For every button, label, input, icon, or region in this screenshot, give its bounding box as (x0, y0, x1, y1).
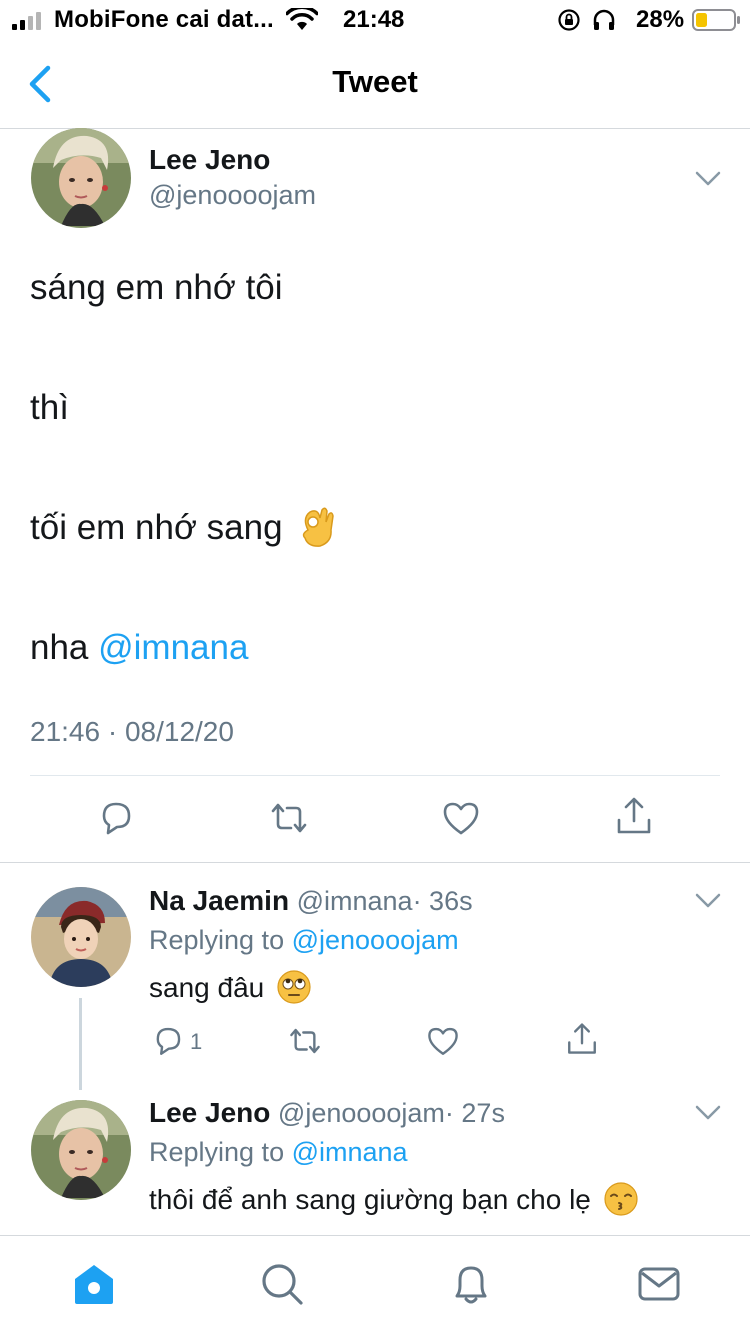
tweet-timestamp: 21:46 · 08/12/20 (30, 716, 234, 747)
replying-to-label: Replying to (149, 1137, 292, 1167)
reply-header: Na Jaemin @imnana· 36s (149, 885, 473, 917)
reply-text: sang đâu (149, 970, 312, 1005)
replying-to: Replying to @imnana (149, 1137, 408, 1168)
avatar-lee-jeno[interactable] (31, 128, 131, 228)
home-icon[interactable] (72, 1262, 116, 1306)
search-icon[interactable] (260, 1262, 304, 1306)
tweet-detail-screen: MobiFone cai dat... 21:48 28% Tweet Lee … (0, 0, 750, 1334)
avatar-lee-jeno[interactable] (31, 1100, 131, 1200)
avatar-image (31, 128, 131, 228)
author-name[interactable]: Lee Jeno (149, 144, 270, 176)
reply-author-handle[interactable]: @jenoooojam (278, 1098, 445, 1128)
avatar-image (31, 887, 131, 987)
retweet-icon[interactable] (288, 1024, 322, 1058)
share-icon[interactable] (614, 796, 654, 836)
navigation-bar: Tweet (0, 40, 750, 129)
battery-percentage: 28% (636, 6, 685, 33)
chevron-down-icon[interactable] (694, 892, 722, 910)
tab-bar (0, 1235, 750, 1334)
status-bar: MobiFone cai dat... 21:48 28% (0, 0, 750, 40)
kissing-emoji (604, 1182, 638, 1216)
tweet-text-line-2: thì (30, 388, 69, 427)
reply-icon[interactable] (96, 798, 136, 838)
wifi-icon (286, 8, 318, 30)
reply-author-name[interactable]: Na Jaemin (149, 885, 289, 916)
battery-icon (692, 9, 740, 31)
reply-text-body: thôi để anh sang giường bạn cho lẹ (149, 1184, 591, 1215)
chevron-down-icon[interactable] (694, 170, 722, 188)
clock: 21:48 (343, 6, 405, 33)
mention-link[interactable]: @imnana (98, 628, 248, 667)
reply-text: thôi để anh sang giường bạn cho lẹ (149, 1182, 639, 1217)
share-icon[interactable] (565, 1022, 599, 1056)
carrier-name: MobiFone cai dat... (54, 6, 274, 33)
tweet-text-line-1: sáng em nhớ tôi (30, 268, 283, 307)
tweet-text-prefix: nha (30, 628, 99, 667)
thread-line (79, 998, 82, 1090)
reply-text-body: sang đâu (149, 972, 265, 1003)
reply-time: · 36s (412, 886, 473, 916)
replying-to-label: Replying to (149, 925, 292, 955)
messages-icon[interactable] (637, 1262, 681, 1306)
divider (30, 775, 720, 776)
reply-author-handle[interactable]: @imnana (297, 886, 413, 916)
eye-roll-emoji (277, 970, 311, 1004)
chevron-down-icon[interactable] (694, 1104, 722, 1122)
tweet-text-line-4: nha @imnana (30, 628, 248, 668)
signal-icon (12, 12, 41, 30)
avatar-image (31, 1100, 131, 1200)
reply-header: Lee Jeno @jenoooojam· 27s (149, 1097, 505, 1129)
like-icon[interactable] (441, 798, 481, 838)
headphones-icon (593, 9, 615, 30)
like-icon[interactable] (426, 1024, 460, 1058)
replying-to: Replying to @jenoooojam (149, 925, 459, 956)
author-handle[interactable]: @jenoooojam (149, 180, 316, 211)
reply-time: · 27s (444, 1098, 505, 1128)
notifications-icon[interactable] (449, 1262, 493, 1306)
replying-to-mention[interactable]: @jenoooojam (292, 925, 459, 955)
ok-hand-emoji (303, 507, 335, 547)
section-divider (0, 862, 750, 863)
tweet-text-line-3: tối em nhớ sang (30, 507, 336, 548)
retweet-icon[interactable] (269, 798, 309, 838)
avatar-na-jaemin[interactable] (31, 887, 131, 987)
reply-icon[interactable] (151, 1024, 185, 1058)
rotation-lock-icon (558, 9, 580, 31)
reply-count: 1 (190, 1029, 203, 1054)
replying-to-mention[interactable]: @imnana (292, 1137, 408, 1167)
page-title: Tweet (332, 64, 418, 99)
tweet-text-line-3-text: tối em nhớ sang (30, 508, 283, 547)
reply-author-name[interactable]: Lee Jeno (149, 1097, 270, 1128)
